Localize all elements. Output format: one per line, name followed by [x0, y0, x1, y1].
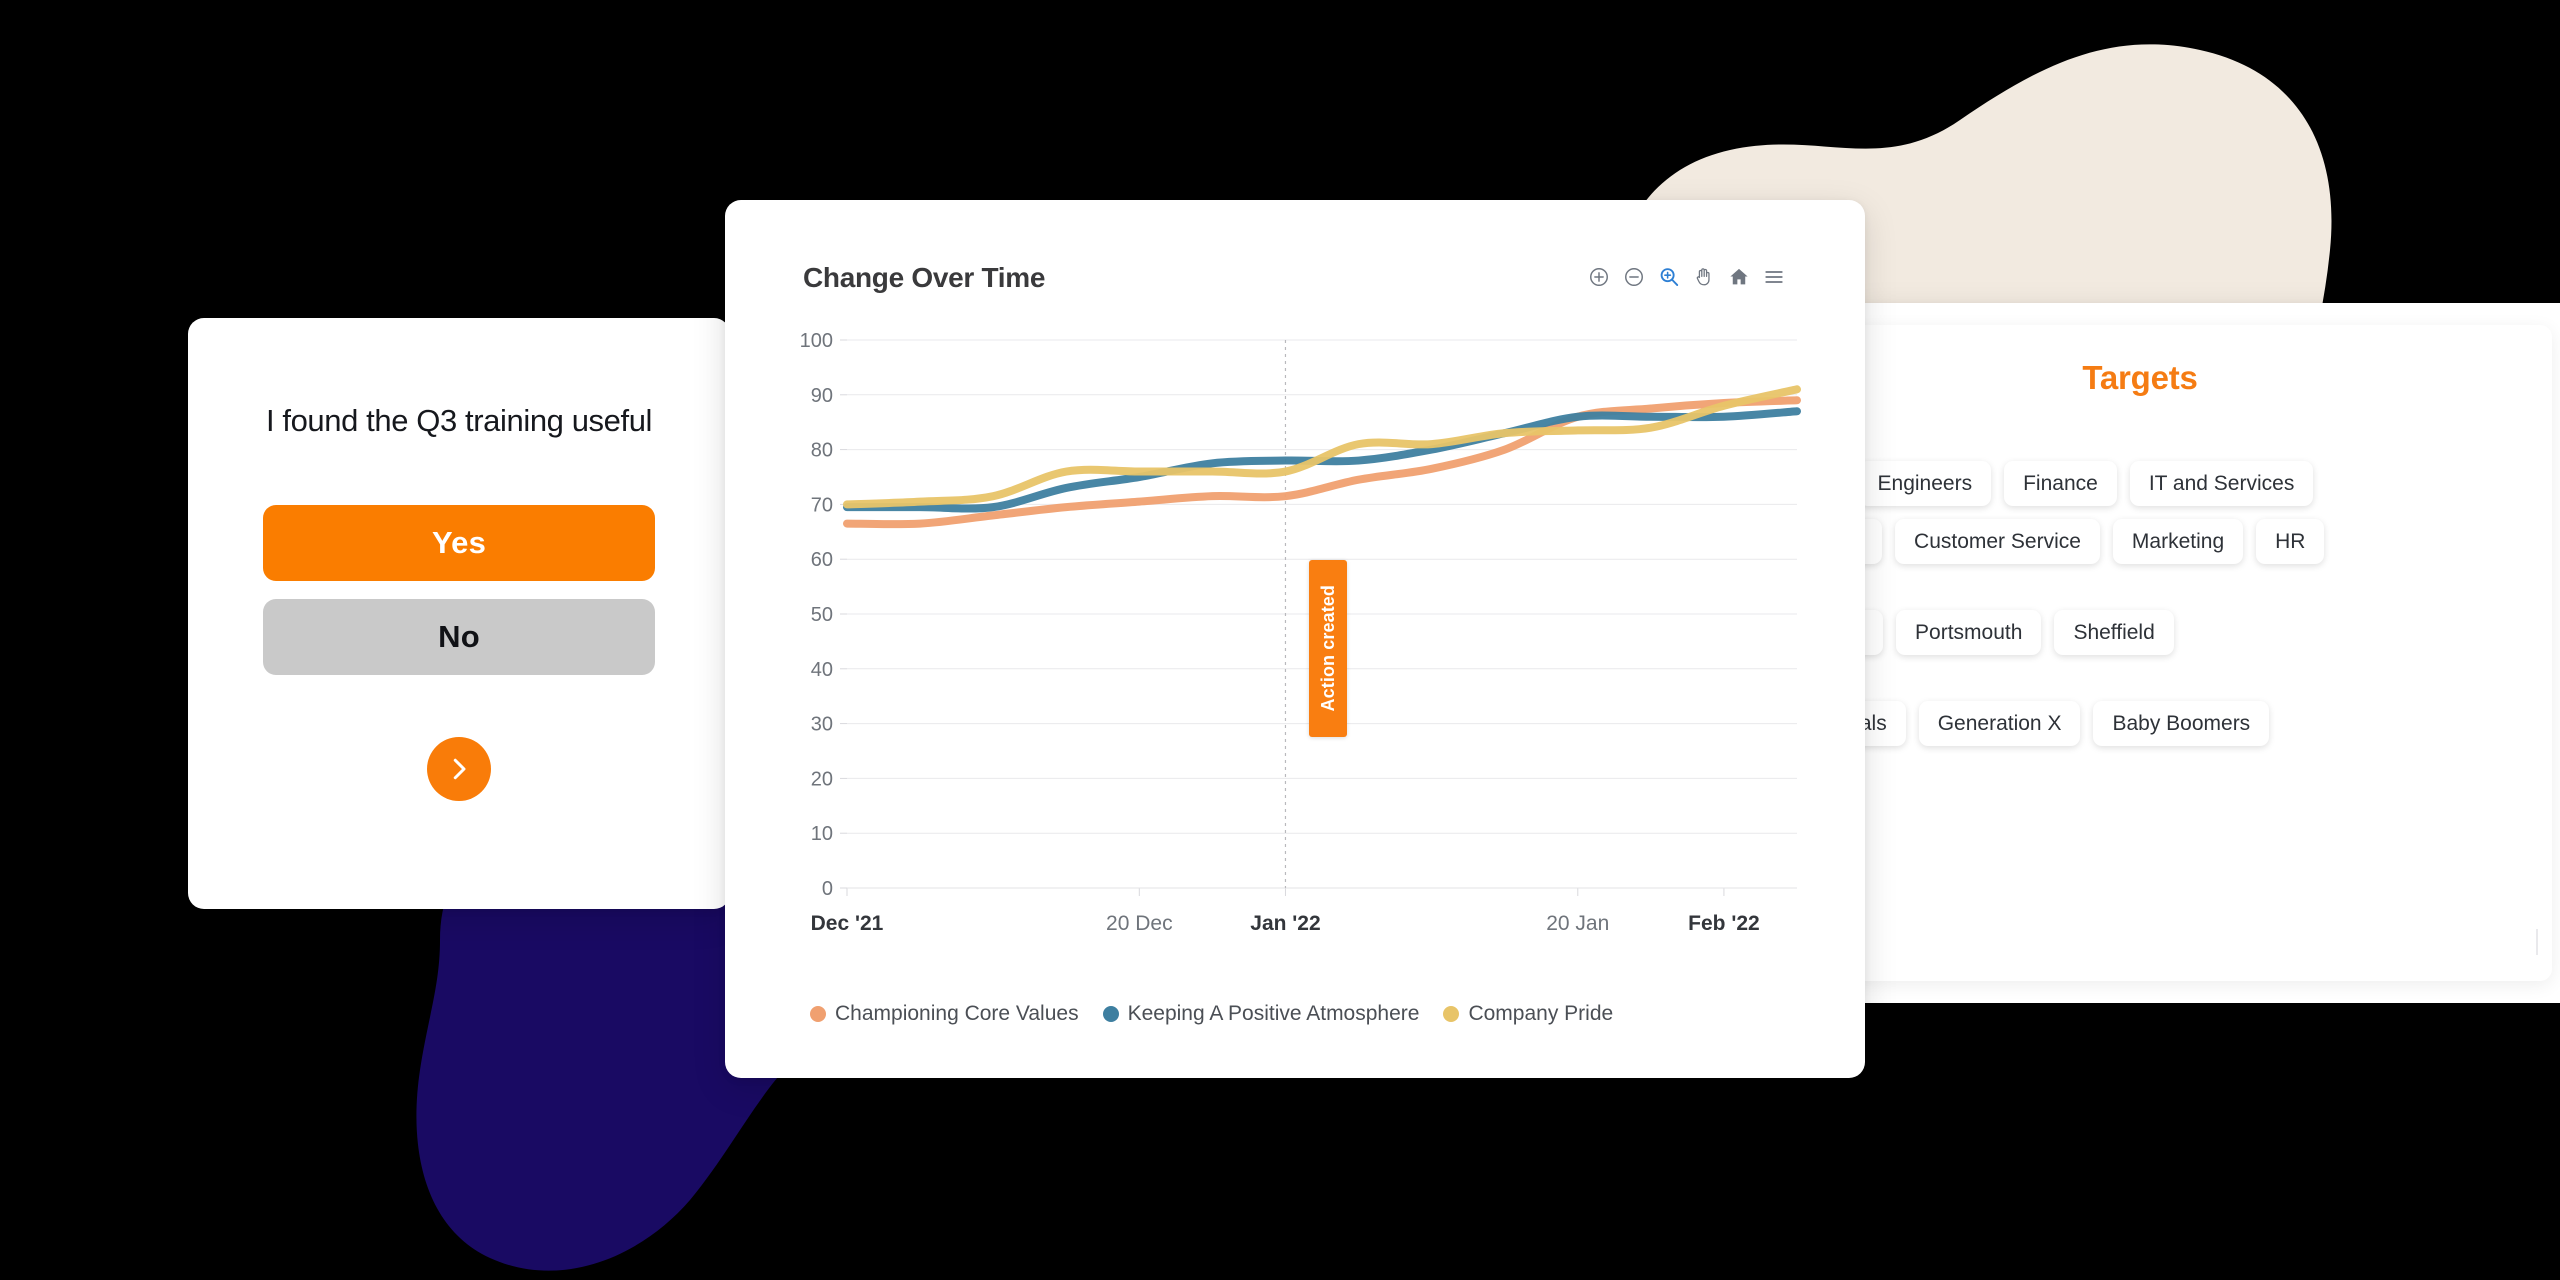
action-created-label: Action created — [1317, 585, 1338, 712]
pill-tag[interactable]: Generation X — [1918, 701, 2081, 746]
answer-button-no[interactable]: No — [263, 598, 655, 675]
pill-tag[interactable]: Engineers — [1858, 461, 1992, 506]
menu-icon[interactable] — [1761, 264, 1787, 290]
zoom-out-icon[interactable] — [1621, 264, 1647, 290]
legend-label: Keeping A Positive Atmosphere — [1127, 1002, 1420, 1025]
action-created-annotation[interactable]: Action created — [1309, 560, 1347, 737]
svg-text:90: 90 — [811, 385, 833, 407]
targets-group-departments: Committee Engineers Finance IT and Servi… — [1848, 461, 2552, 564]
pan-icon[interactable] — [1691, 264, 1717, 290]
line-chart-svg: 0 10 20 30 40 50 60 70 80 90 100 Dec '21 20 Dec Jan … — [800, 330, 1801, 935]
chart-title: Change Over Time — [803, 262, 1046, 293]
pill-row-generations: n Z Millenials Generation X Baby Boomers — [1848, 701, 2552, 746]
legend-color-swatch — [810, 1006, 826, 1022]
answer-button-yes[interactable]: Yes — [263, 504, 655, 581]
zoom-in-icon[interactable] — [1586, 264, 1612, 290]
legend-color-swatch — [1102, 1006, 1119, 1022]
pill-row-locations: Carlisle Derby Portsmouth Sheffield — [1848, 610, 2552, 655]
composite-stage: I found the Q3 training useful Yes No Ta… — [0, 0, 2560, 1280]
pill-tag[interactable]: IT and Services — [2129, 461, 2314, 506]
pill-tag[interactable]: Marketing — [2112, 519, 2244, 564]
chart-plot-area: 0 10 20 30 40 50 60 70 80 90 100 Dec '21 20 Dec Jan … — [785, 322, 1805, 962]
survey-answer-list: Yes No — [258, 504, 660, 675]
svg-text:20 Jan: 20 Jan — [1546, 912, 1609, 935]
svg-text:0: 0 — [822, 878, 833, 900]
svg-text:40: 40 — [811, 659, 833, 681]
chart-y-axis-labels: 0 10 20 30 40 50 60 70 80 90 100 — [800, 330, 833, 900]
svg-text:10: 10 — [811, 823, 833, 845]
home-icon[interactable] — [1726, 264, 1752, 290]
legend-item-company-pride[interactable]: Company Pride — [1443, 1002, 1613, 1026]
svg-text:20 Dec: 20 Dec — [1106, 912, 1173, 935]
survey-footer — [258, 736, 660, 801]
survey-card-body: I found the Q3 training useful Yes No — [188, 318, 730, 909]
targets-panel: Targets Committee Engineers Finance IT a… — [1848, 325, 2552, 981]
pill-row-departments-2: s Sales Customer Service Marketing HR — [1848, 519, 2552, 564]
svg-text:60: 60 — [811, 549, 833, 571]
chart-header: Change Over Time — [785, 262, 1805, 294]
targets-pill-groups: Committee Engineers Finance IT and Servi… — [1848, 461, 2552, 746]
svg-text:80: 80 — [811, 440, 833, 462]
chart-toolbar — [1586, 262, 1805, 290]
chart-x-axis-labels: Dec '21 20 Dec Jan '22 20 Jan Feb '22 — [811, 912, 1760, 935]
targets-panel-divider — [2536, 929, 2538, 955]
survey-card: I found the Q3 training useful Yes No — [188, 318, 730, 909]
svg-text:30: 30 — [811, 714, 833, 736]
pill-tag[interactable]: HR — [2256, 519, 2325, 564]
pill-row-departments-1: Committee Engineers Finance IT and Servi… — [1848, 461, 2552, 506]
next-question-button[interactable] — [427, 736, 491, 801]
chart-card-body: Change Over Time 0 10 20 30 40 50 60 70 … — [725, 200, 1865, 1078]
svg-text:20: 20 — [811, 768, 833, 790]
chart-legend: Championing Core Values Keeping A Positi… — [785, 1002, 1637, 1026]
change-over-time-chart-card: Change Over Time 0 10 20 30 40 50 60 70 … — [725, 200, 1865, 1078]
svg-text:Jan '22: Jan '22 — [1250, 912, 1320, 935]
pill-tag[interactable]: Customer Service — [1895, 519, 2100, 564]
chevron-right-icon — [453, 758, 466, 779]
svg-text:50: 50 — [811, 604, 833, 626]
svg-text:Dec '21: Dec '21 — [811, 912, 884, 935]
targets-card-body: Targets Committee Engineers Finance IT a… — [1848, 303, 2560, 1003]
legend-color-swatch — [1443, 1006, 1460, 1022]
targets-title: Targets — [2082, 359, 2198, 396]
selection-zoom-icon[interactable] — [1656, 264, 1682, 290]
svg-text:100: 100 — [800, 330, 833, 352]
legend-item-keeping-a-positive-atmosphere[interactable]: Keeping A Positive Atmosphere — [1102, 1002, 1420, 1026]
legend-item-championing-core-values[interactable]: Championing Core Values — [810, 1002, 1079, 1026]
pill-tag[interactable]: Finance — [2004, 461, 2117, 506]
svg-text:70: 70 — [811, 494, 833, 516]
legend-label: Championing Core Values — [835, 1002, 1079, 1025]
pill-tag[interactable]: Baby Boomers — [2093, 701, 2270, 746]
targets-card: Targets Committee Engineers Finance IT a… — [1848, 303, 2560, 1003]
pill-tag[interactable]: Sheffield — [2054, 610, 2174, 655]
survey-question-text: I found the Q3 training useful — [265, 403, 653, 438]
pill-tag[interactable]: Portsmouth — [1896, 610, 2042, 655]
legend-label: Company Pride — [1468, 1002, 1614, 1025]
svg-text:Feb '22: Feb '22 — [1688, 912, 1760, 935]
